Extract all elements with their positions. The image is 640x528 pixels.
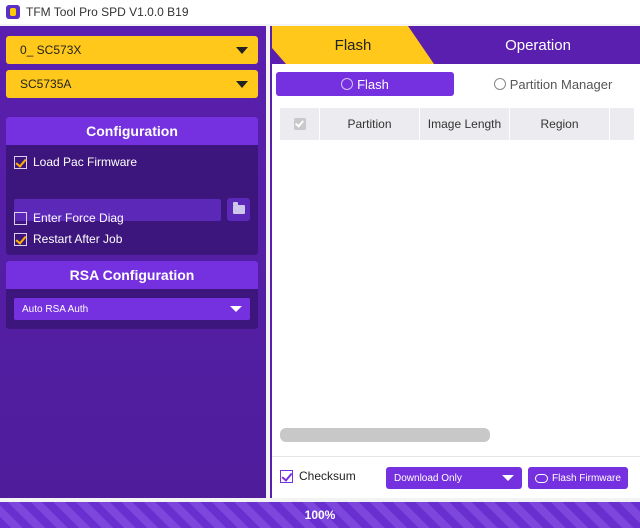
restart-after-job-checkbox[interactable]: [14, 232, 27, 246]
column-extra: [610, 108, 634, 140]
configuration-header: Configuration: [6, 117, 258, 145]
subtab-partition-manager[interactable]: Partition Manager: [468, 72, 638, 96]
window-title: TFM Tool Pro SPD V1.0.0 B19: [26, 5, 189, 19]
progress-bar: 100%: [0, 502, 640, 528]
browse-folder-button[interactable]: [227, 198, 250, 221]
select-all-checkbox[interactable]: [293, 118, 306, 130]
partition-table: Partition Image Length Region: [280, 108, 634, 442]
cloud-upload-icon: [535, 473, 549, 483]
column-partition[interactable]: Partition: [320, 108, 420, 140]
load-pac-firmware-option[interactable]: Load Pac Firmware: [14, 155, 137, 169]
rsa-mode-value: Auto RSA Auth: [22, 303, 89, 315]
port-select-value: 0_ SC573X: [20, 43, 82, 57]
checksum-label: Checksum: [299, 469, 356, 483]
enter-force-diag-checkbox[interactable]: [14, 211, 27, 225]
horizontal-scrollbar[interactable]: [280, 428, 490, 442]
rsa-configuration-section: RSA Configuration Auto RSA Auth: [6, 261, 258, 329]
rsa-configuration-header: RSA Configuration: [6, 261, 258, 289]
rsa-mode-select[interactable]: Auto RSA Auth: [14, 298, 250, 320]
main-tabbar: Flash Operation: [272, 26, 640, 64]
folder-icon: [232, 202, 245, 214]
partition-icon: [493, 78, 506, 90]
flash-icon: [341, 78, 354, 90]
app-logo-icon: [6, 5, 20, 19]
column-image-length[interactable]: Image Length: [420, 108, 510, 140]
chevron-down-icon: [502, 475, 514, 481]
flash-footer: Checksum Download Only Flash Firmware: [272, 456, 640, 496]
chip-select-value: SC5735A: [20, 77, 72, 91]
load-pac-checkbox[interactable]: [14, 155, 27, 169]
enter-force-diag-option[interactable]: Enter Force Diag: [14, 211, 124, 225]
tab-flash[interactable]: Flash: [272, 26, 434, 64]
configuration-section: Configuration Load Pac Firmware Enter Fo…: [6, 117, 258, 255]
flash-firmware-button[interactable]: Flash Firmware: [528, 467, 628, 489]
flash-firmware-label: Flash Firmware: [552, 472, 621, 484]
select-all-cell[interactable]: [280, 108, 320, 140]
chevron-down-icon: [236, 81, 248, 88]
port-select[interactable]: 0_ SC573X: [6, 36, 258, 64]
load-pac-label: Load Pac Firmware: [33, 155, 138, 169]
subtab-flash[interactable]: Flash: [276, 72, 454, 96]
chevron-down-icon: [230, 306, 242, 312]
progress-label: 100%: [304, 508, 336, 522]
restart-after-job-label: Restart After Job: [33, 232, 123, 246]
subtab-flash-label: Flash: [357, 76, 389, 92]
right-panel: Flash Operation Flash Partition Manager …: [270, 26, 640, 498]
enter-force-diag-label: Enter Force Diag: [33, 211, 124, 225]
sub-tabbar: Flash Partition Manager: [272, 64, 640, 102]
tab-operation[interactable]: Operation: [434, 26, 640, 64]
checksum-option[interactable]: Checksum: [280, 469, 356, 483]
column-region[interactable]: Region: [510, 108, 610, 140]
restart-after-job-option[interactable]: Restart After Job: [14, 232, 122, 246]
title-bar: TFM Tool Pro SPD V1.0.0 B19: [0, 0, 640, 24]
download-mode-value: Download Only: [394, 472, 462, 484]
download-mode-select[interactable]: Download Only: [386, 467, 522, 489]
subtab-partition-manager-label: Partition Manager: [509, 76, 613, 92]
chip-select[interactable]: SC5735A: [6, 70, 258, 98]
left-panel: 0_ SC573X SC5735A Configuration Load Pac…: [0, 26, 266, 498]
checksum-checkbox[interactable]: [280, 469, 293, 483]
table-header: Partition Image Length Region: [280, 108, 634, 140]
chevron-down-icon: [236, 47, 248, 54]
